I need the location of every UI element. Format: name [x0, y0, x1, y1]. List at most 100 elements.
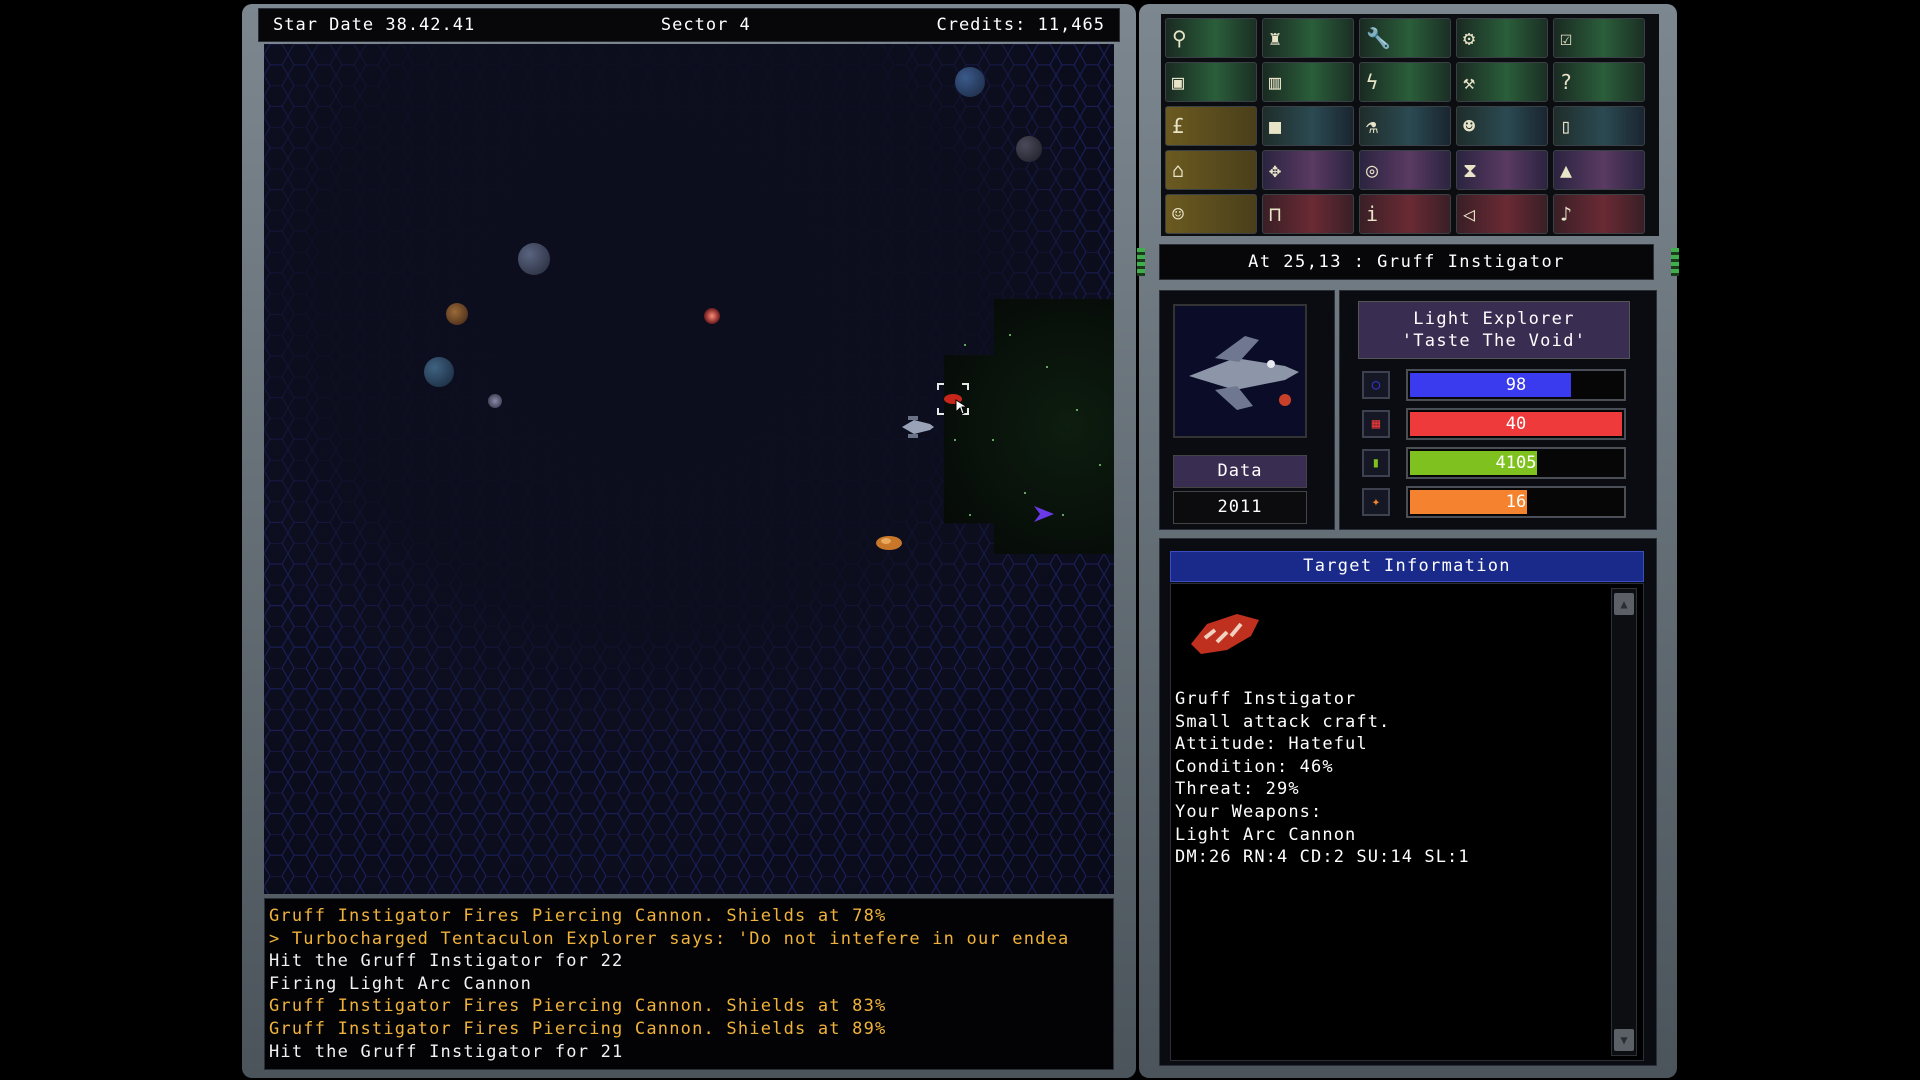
bar-value: 4105 — [1495, 453, 1537, 473]
chart-icon: ▥ — [1269, 70, 1282, 94]
target-ship-image — [1191, 614, 1259, 654]
help-icon: ? — [1560, 70, 1573, 94]
lock-button[interactable]: ⊓ — [1262, 194, 1354, 234]
log-line: Gruff Instigator Fires Piercing Cannon. … — [269, 906, 887, 926]
bar-value: 16 — [1505, 492, 1527, 512]
ship-button[interactable]: ▲ — [1553, 150, 1645, 190]
star-dot — [969, 514, 971, 516]
ship-portrait — [1173, 304, 1307, 438]
planet-icon[interactable] — [518, 243, 550, 275]
target-scrollbar[interactable]: ▲ ▼ — [1611, 588, 1637, 1056]
star-dot — [1024, 492, 1026, 494]
cargo-icon: ▣ — [1172, 70, 1185, 94]
top-status-bar: Star Date 38.42.41 Sector 4 Credits: 11,… — [258, 8, 1120, 42]
cargo-button[interactable]: ▣ — [1165, 62, 1257, 102]
target-detail-line: Small attack craft. — [1175, 711, 1391, 732]
wrench-button[interactable]: 🔧 — [1359, 18, 1451, 58]
planet-icon[interactable] — [446, 303, 468, 325]
sector-map[interactable] — [264, 44, 1114, 894]
game-view-frame: Star Date 38.42.41 Sector 4 Credits: 11,… — [242, 4, 1136, 1078]
crate-button[interactable]: ■ — [1262, 106, 1354, 146]
star-dot — [992, 439, 994, 441]
gear-button[interactable]: ⚙ — [1456, 18, 1548, 58]
navigation-button[interactable]: ✥ — [1262, 150, 1354, 190]
officer-button[interactable]: ♜ — [1262, 18, 1354, 58]
player-ship-icon[interactable] — [900, 414, 934, 440]
shield-bar: 98 — [1406, 369, 1626, 401]
trade-button[interactable]: £ — [1165, 106, 1257, 146]
star-dot — [1062, 514, 1064, 516]
flask-button[interactable]: ⚗ — [1359, 106, 1451, 146]
planet-icon[interactable] — [1016, 136, 1042, 162]
panel-indicator — [1137, 248, 1145, 276]
shield-stat: ○ 98 — [1362, 369, 1632, 401]
lightning-button[interactable]: ϟ — [1359, 62, 1451, 102]
hull-stat: ▦ 40 — [1362, 408, 1632, 440]
alien-button[interactable]: ☻ — [1456, 106, 1548, 146]
target-detail-line: Attitude: Hateful — [1175, 734, 1368, 755]
energy-stat: ✦ 16 — [1362, 486, 1632, 518]
target-button[interactable]: ◎ — [1359, 150, 1451, 190]
station-icon: ⌂ — [1172, 158, 1185, 182]
target-detail-line: Your Weapons: — [1175, 801, 1323, 822]
scroll-down-button[interactable]: ▼ — [1614, 1029, 1634, 1051]
hourglass-button[interactable]: ⧗ — [1456, 150, 1548, 190]
datapad-icon: ▯ — [1560, 114, 1573, 138]
energy-bar: 16 — [1406, 486, 1626, 518]
help-button[interactable]: ? — [1553, 62, 1645, 102]
bar-value: 98 — [1505, 375, 1527, 395]
sound-button[interactable]: ◁ — [1456, 194, 1548, 234]
enemy-ship-icon[interactable] — [936, 382, 970, 416]
target-info-panel: Target Information Gruff Instigator Small… — [1159, 538, 1657, 1066]
chart-button[interactable]: ▥ — [1262, 62, 1354, 102]
checklist-button[interactable]: ☑ — [1553, 18, 1645, 58]
control-panel-frame: ⚲ ♜ 🔧 ⚙ ☑ ▣ ▥ ϟ ⚒? £ ■ ⚗ ☻ ▯ ⌂ ✥ ◎ ⧗ ▲ ☺ ⊓ i ◁ ♪ At 25,13 : Gru… — [1137, 4, 1679, 1078]
planet-icon[interactable] — [424, 357, 454, 387]
station-button[interactable]: ⌂ — [1165, 150, 1257, 190]
checklist-icon: ☑ — [1560, 26, 1573, 50]
shield-icon: ○ — [1362, 371, 1390, 399]
stardate-label: Star Date 38.42.41 — [273, 15, 476, 35]
crew-button[interactable]: ⚲ — [1165, 18, 1257, 58]
info-button[interactable]: i — [1359, 194, 1451, 234]
officer-icon: ♜ — [1269, 26, 1282, 50]
datapad-button[interactable]: ▯ — [1553, 106, 1645, 146]
fuel-bar: 4105 — [1406, 447, 1626, 479]
scroll-up-button[interactable]: ▲ — [1614, 593, 1634, 615]
alien-ship-icon[interactable] — [1032, 502, 1056, 526]
ship-panel: Data 2011 — [1159, 290, 1335, 530]
planet-icon[interactable] — [955, 67, 985, 97]
asteroid-icon[interactable] — [874, 532, 904, 554]
data-label: Data — [1173, 455, 1307, 488]
flask-icon: ⚗ — [1366, 114, 1379, 138]
energy-icon: ✦ — [1362, 488, 1390, 516]
music-button[interactable]: ♪ — [1553, 194, 1645, 234]
hourglass-icon: ⧗ — [1463, 158, 1478, 182]
alien-icon: ☻ — [1463, 114, 1476, 138]
gear-icon: ⚙ — [1463, 26, 1476, 50]
target-detail-line: Threat: 29% — [1175, 779, 1300, 800]
log-line: Firing Light Arc Cannon — [269, 973, 533, 994]
crew-group-button[interactable]: ☺ — [1165, 194, 1257, 234]
target-detail-line: Condition: 46% — [1175, 756, 1334, 777]
star-dot — [1099, 464, 1101, 466]
tools-button[interactable]: ⚒ — [1456, 62, 1548, 102]
crew-group-icon: ☺ — [1172, 202, 1185, 226]
info-icon: i — [1366, 202, 1379, 226]
credits-label: Credits: 11,465 — [936, 15, 1105, 35]
lock-icon: ⊓ — [1269, 202, 1282, 226]
target-info-body: Gruff Instigator Small attack craft. Attit… — [1170, 583, 1644, 1061]
log-line: > Turbocharged Tentaculon Explorer says:… — [269, 928, 1070, 949]
log-line: Gruff Instigator Fires Piercing Cannon. … — [269, 1018, 887, 1039]
target-detail-line: Gruff Instigator — [1175, 689, 1357, 709]
panel-indicator — [1671, 248, 1679, 276]
star-dot — [954, 439, 956, 441]
star-dot — [1076, 409, 1078, 411]
fuel-icon: ▮ — [1362, 449, 1390, 477]
trade-icon: £ — [1172, 114, 1185, 138]
star-icon[interactable] — [704, 308, 720, 324]
debris-icon[interactable] — [488, 394, 502, 408]
crate-icon: ■ — [1269, 114, 1282, 138]
crew-icon: ⚲ — [1172, 26, 1187, 50]
location-status: At 25,13 : Gruff Instigator — [1159, 244, 1654, 280]
